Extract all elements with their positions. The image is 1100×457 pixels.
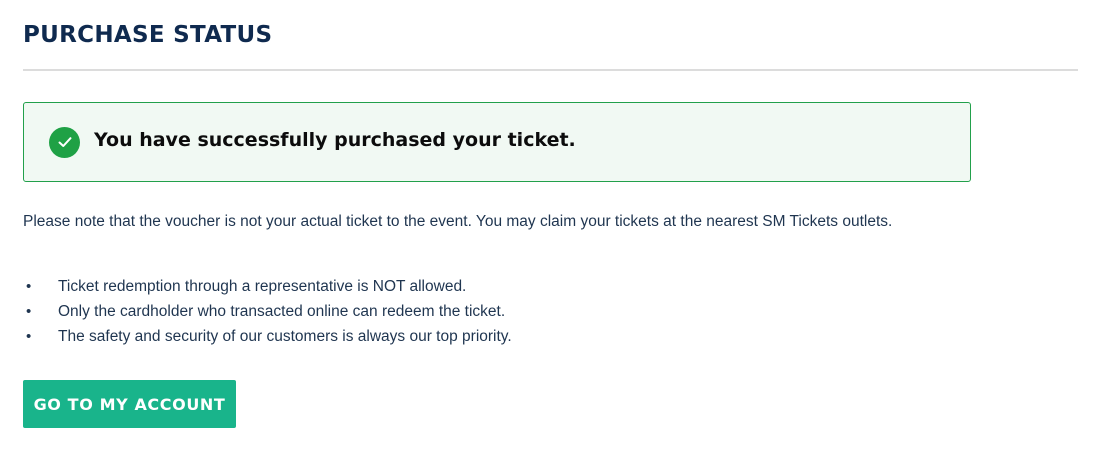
list-item-text: Ticket redemption through a representati… — [58, 278, 467, 295]
list-item: • The safety and security of our custome… — [23, 324, 512, 349]
page-title: PURCHASE STATUS — [23, 22, 273, 48]
bullet-icon: • — [26, 328, 32, 345]
check-circle-icon — [49, 126, 80, 158]
header-divider — [23, 69, 1078, 71]
go-to-my-account-button[interactable]: GO TO MY ACCOUNT — [23, 380, 236, 428]
success-alert: You have successfully purchased your tic… — [23, 102, 971, 182]
purchase-status-page: PURCHASE STATUS You have successfully pu… — [23, 0, 1078, 428]
list-item: • Only the cardholder who transacted onl… — [23, 299, 512, 324]
success-message: You have successfully purchased your tic… — [94, 129, 576, 151]
bullet-icon: • — [26, 278, 32, 295]
list-item-text: The safety and security of our customers… — [58, 328, 512, 345]
voucher-note: Please note that the voucher is not your… — [23, 213, 893, 230]
bullet-icon: • — [26, 303, 32, 320]
list-item-text: Only the cardholder who transacted onlin… — [58, 303, 506, 320]
list-item: • Ticket redemption through a representa… — [23, 274, 512, 299]
policy-list: • Ticket redemption through a representa… — [23, 274, 512, 349]
